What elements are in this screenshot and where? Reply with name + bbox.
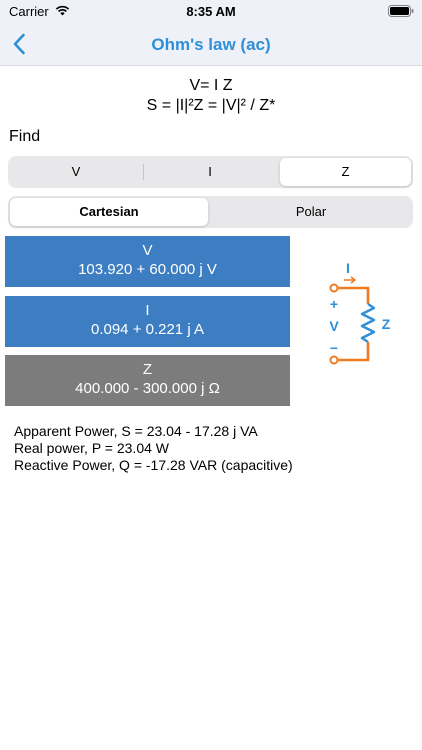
circuit-bottom-wire: [338, 342, 370, 362]
current-label: I: [145, 302, 150, 319]
find-option-i[interactable]: I: [144, 158, 276, 186]
status-bar: Carrier 8:35 AM: [0, 0, 422, 24]
page-title: Ohm's law (ac): [151, 35, 271, 54]
circuit-voltage-label: V: [329, 318, 339, 334]
reactive-power-text: Reactive Power, Q = -17.28 VAR (capaciti…: [14, 457, 293, 473]
coordinate-segmented-control: Cartesian Polar: [8, 196, 413, 228]
power-formula: S = |I|²Z = |V|² / Z*: [146, 97, 276, 114]
voltage-label: V: [142, 242, 153, 259]
resistor-icon: [360, 303, 376, 343]
voltage-value-box[interactable]: V 103.920 + 60.000 j V: [5, 236, 290, 287]
find-segmented-control: V I Z: [8, 156, 413, 188]
circuit-top-wire: [338, 286, 370, 304]
plus-sign: +: [330, 296, 338, 312]
navigation-bar: Ohm's law (ac): [0, 24, 422, 66]
current-value: 0.094 + 0.221 j A: [90, 321, 204, 338]
top-terminal-icon: [329, 283, 339, 293]
real-power-text: Real power, P = 23.04 W: [14, 440, 169, 456]
find-option-z[interactable]: Z: [280, 158, 411, 186]
coordinate-option-cartesian[interactable]: Cartesian: [10, 198, 208, 226]
find-label: Find: [9, 128, 41, 145]
circuit-impedance-label: Z: [382, 316, 391, 332]
impedance-value: 400.000 - 300.000 j Ω: [75, 380, 220, 397]
status-time: 8:35 AM: [186, 4, 236, 19]
coordinate-option-polar[interactable]: Polar: [211, 198, 411, 226]
voltage-value: 103.920 + 60.000 j V: [78, 261, 217, 278]
impedance-value-box[interactable]: Z 400.000 - 300.000 j Ω: [5, 355, 290, 406]
current-value-box[interactable]: I 0.094 + 0.221 j A: [5, 296, 290, 347]
apparent-power-text: Apparent Power, S = 23.04 - 17.28 j VA: [14, 423, 258, 439]
battery-icon: [388, 5, 414, 17]
ohms-law-formula: V= I Z: [189, 77, 233, 94]
bottom-terminal-icon: [329, 355, 339, 365]
minus-sign: −: [330, 340, 338, 356]
impedance-label: Z: [142, 361, 153, 378]
circuit-diagram: I + V − Z: [329, 260, 391, 365]
find-option-v[interactable]: V: [10, 158, 142, 186]
circuit-current-label: I: [346, 260, 350, 276]
